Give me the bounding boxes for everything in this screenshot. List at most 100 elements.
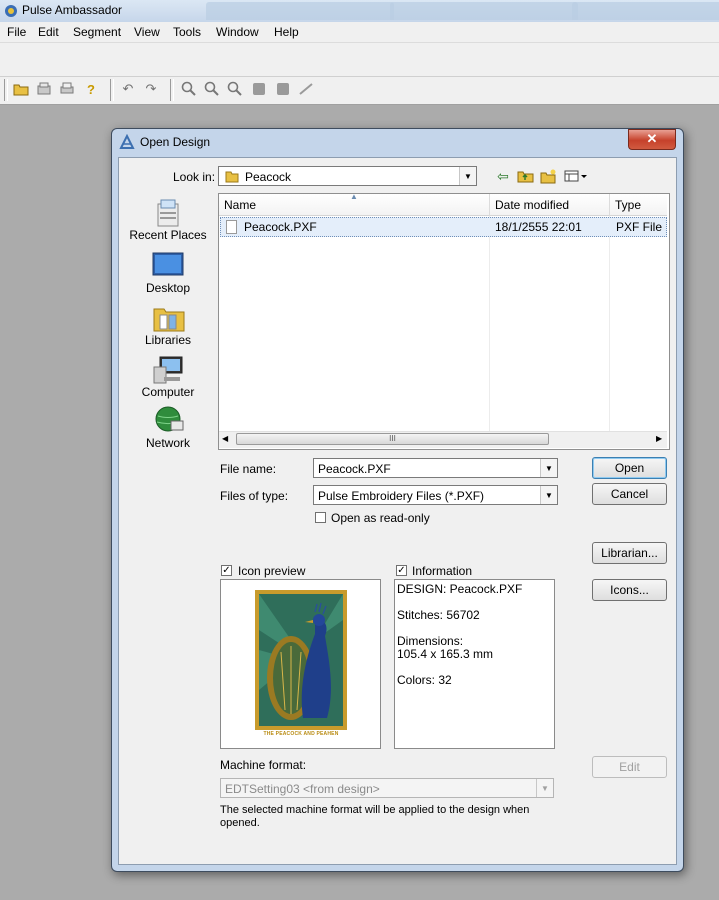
information-checkbox[interactable]: ✓ [396,565,407,576]
menu-segment[interactable]: Segment [73,25,121,39]
icon-preview-checkbox[interactable]: ✓ [221,565,232,576]
preview-caption: THE PEACOCK AND PEAHEN [263,731,339,737]
print-icon[interactable] [58,80,76,98]
zoom-icon[interactable] [180,80,198,98]
machine-format-select[interactable]: EDTSetting03 <from design> ▼ [220,778,554,798]
place-label: Network [145,436,190,450]
file-name-input[interactable]: Peacock.PXF ▼ [313,458,558,478]
view-box-icon[interactable] [250,80,268,98]
redo-icon[interactable]: ↷ [142,80,160,98]
app-title: Pulse Ambassador [22,3,123,17]
background-tab[interactable] [390,2,578,20]
toolbar-separator [110,79,114,101]
column-divider [489,216,490,432]
place-label: Computer [141,385,195,399]
back-arrow-icon[interactable]: ⇦ [494,167,512,185]
edit-button[interactable]: Edit [592,756,667,778]
desktop-icon [152,251,184,281]
toolbar-separator [170,79,174,101]
menu-edit[interactable]: Edit [38,25,59,39]
open-button[interactable]: Open [592,457,667,479]
place-network[interactable]: Network [125,406,211,450]
file-icon [226,220,237,234]
file-type-value: Pulse Embroidery Files (*.PXF) [318,489,485,503]
file-date-cell: 18/1/2555 22:01 [495,220,582,234]
place-label: Recent Places [129,228,207,242]
dialog-app-icon [119,133,135,150]
info-design: DESIGN: Peacock.PXF [397,582,523,596]
icon-preview-label: Icon preview [238,564,306,578]
icons-button[interactable]: Icons... [592,579,667,601]
column-header-type[interactable]: Type [610,194,667,216]
information-label: Information [412,564,473,578]
peacock-preview-image [255,590,347,738]
menu-file[interactable]: File [7,25,26,39]
background-tab[interactable] [206,2,394,20]
sort-up-icon: ▲ [350,192,358,201]
machine-format-note: The selected machine format will be appl… [220,804,530,829]
file-name-label: File name: [220,462,277,476]
undo-icon[interactable]: ↶ [119,80,137,98]
new-folder-icon[interactable] [539,167,557,185]
place-desktop[interactable]: Desktop [125,251,211,295]
folder-icon [225,170,239,186]
info-dimensions-value: 105.4 x 165.3 mm [397,647,494,661]
scroll-right-icon[interactable]: ▶ [656,434,662,443]
file-type-select[interactable]: Pulse Embroidery Files (*.PXF) ▼ [313,485,558,505]
background-tab[interactable] [572,2,719,20]
scroll-left-icon[interactable]: ◀ [222,434,228,443]
chevron-down-icon[interactable]: ▼ [540,459,557,477]
machine-format-label: Machine format: [220,758,307,772]
information-panel [394,579,555,749]
info-stitches: Stitches: 56702 [397,608,480,622]
column-divider [609,216,610,432]
libraries-icon [152,303,185,333]
menu-help[interactable]: Help [274,25,299,39]
machine-format-value: EDTSetting03 <from design> [225,782,380,796]
dialog-title: Open Design [140,135,211,149]
cancel-button[interactable]: Cancel [592,483,667,505]
view-menu-icon[interactable] [563,167,589,185]
look-in-value: Peacock [245,170,292,184]
close-button[interactable]: ✕ [628,129,676,150]
chevron-down-icon[interactable]: ▼ [540,486,557,504]
chevron-down-icon[interactable]: ▼ [536,779,553,797]
place-label: Desktop [145,281,191,295]
file-type-cell: PXF File [616,220,663,234]
open-folder-icon[interactable] [12,80,30,98]
toolbar-separator [4,79,8,101]
zoom-in-icon[interactable] [203,80,221,98]
place-libraries[interactable]: Libraries [125,303,211,347]
menu-window[interactable]: Window [216,25,259,39]
place-recent-places[interactable]: Recent Places [125,198,211,242]
app-logo-icon [4,4,18,18]
look-in-combo[interactable]: Peacock ▼ [218,166,477,186]
recent-places-icon [152,198,184,228]
toolbar [0,76,719,105]
column-header-date[interactable]: Date modified [490,194,610,216]
file-name-value: Peacock.PXF [318,462,391,476]
menu-view[interactable]: View [134,25,160,39]
computer-icon [152,355,184,385]
info-dimensions-label: Dimensions: [397,634,464,648]
pencil-icon[interactable] [297,80,315,98]
look-in-label: Look in: [173,170,216,184]
info-colors: Colors: 32 [397,673,452,687]
place-label: Libraries [144,333,192,347]
place-computer[interactable]: Computer [125,355,211,399]
file-name-cell[interactable]: Peacock.PXF [244,220,317,234]
read-only-label: Open as read-only [331,511,430,525]
chevron-down-icon[interactable]: ▼ [459,167,476,185]
librarian-button[interactable]: Librarian... [592,542,667,564]
view-page-icon[interactable] [274,80,292,98]
toolbar-area [0,42,719,77]
file-type-label: Files of type: [220,489,289,503]
network-icon [152,406,184,436]
read-only-checkbox[interactable] [315,512,326,523]
help-icon[interactable]: ? [82,80,100,98]
zoom-out-icon[interactable] [226,80,244,98]
menu-tools[interactable]: Tools [173,25,201,39]
scrollbar-thumb[interactable]: III [236,433,549,445]
up-folder-icon[interactable] [516,167,534,185]
save-icon[interactable] [35,80,53,98]
